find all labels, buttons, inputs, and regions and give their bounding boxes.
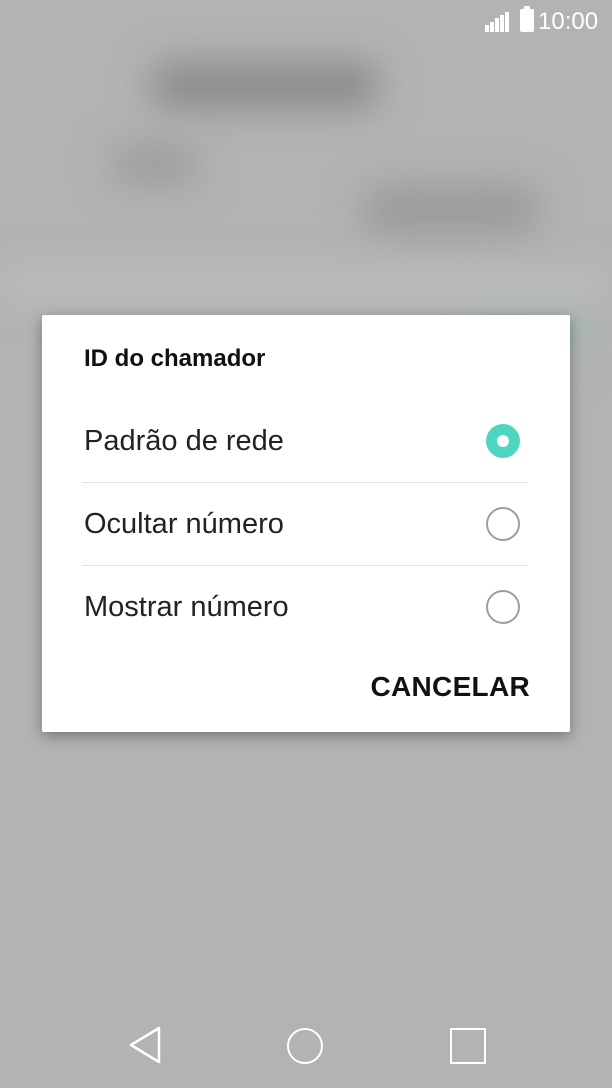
radio-selected-icon[interactable] [486, 424, 520, 458]
option-hide-number[interactable]: Ocultar número [82, 483, 528, 566]
cancel-button[interactable]: CANCELAR [370, 671, 530, 703]
background-blur-shape [0, 270, 612, 300]
radio-unselected-icon[interactable] [486, 507, 520, 541]
back-triangle-icon[interactable] [128, 1026, 162, 1064]
option-show-number[interactable]: Mostrar número [82, 566, 528, 648]
radio-unselected-icon[interactable] [486, 590, 520, 624]
home-circle-icon[interactable] [287, 1028, 323, 1064]
option-label: Ocultar número [84, 507, 284, 540]
dialog-title: ID do chamador [84, 345, 266, 372]
status-bar: 10:00 [0, 0, 612, 44]
battery-icon [520, 6, 534, 32]
option-label: Mostrar número [84, 590, 289, 623]
background-blur-shape [150, 62, 380, 108]
background-blur-shape [360, 185, 540, 235]
recent-apps-square-icon[interactable] [450, 1028, 486, 1064]
caller-id-dialog: ID do chamador Padrão de rede Ocultar nú… [42, 315, 570, 732]
option-network-default[interactable]: Padrão de rede [82, 400, 528, 483]
option-label: Padrão de rede [84, 424, 284, 457]
navigation-bar [0, 998, 612, 1088]
signal-icon [485, 12, 509, 32]
status-clock: 10:00 [538, 8, 599, 35]
background-blur-shape [110, 145, 200, 185]
